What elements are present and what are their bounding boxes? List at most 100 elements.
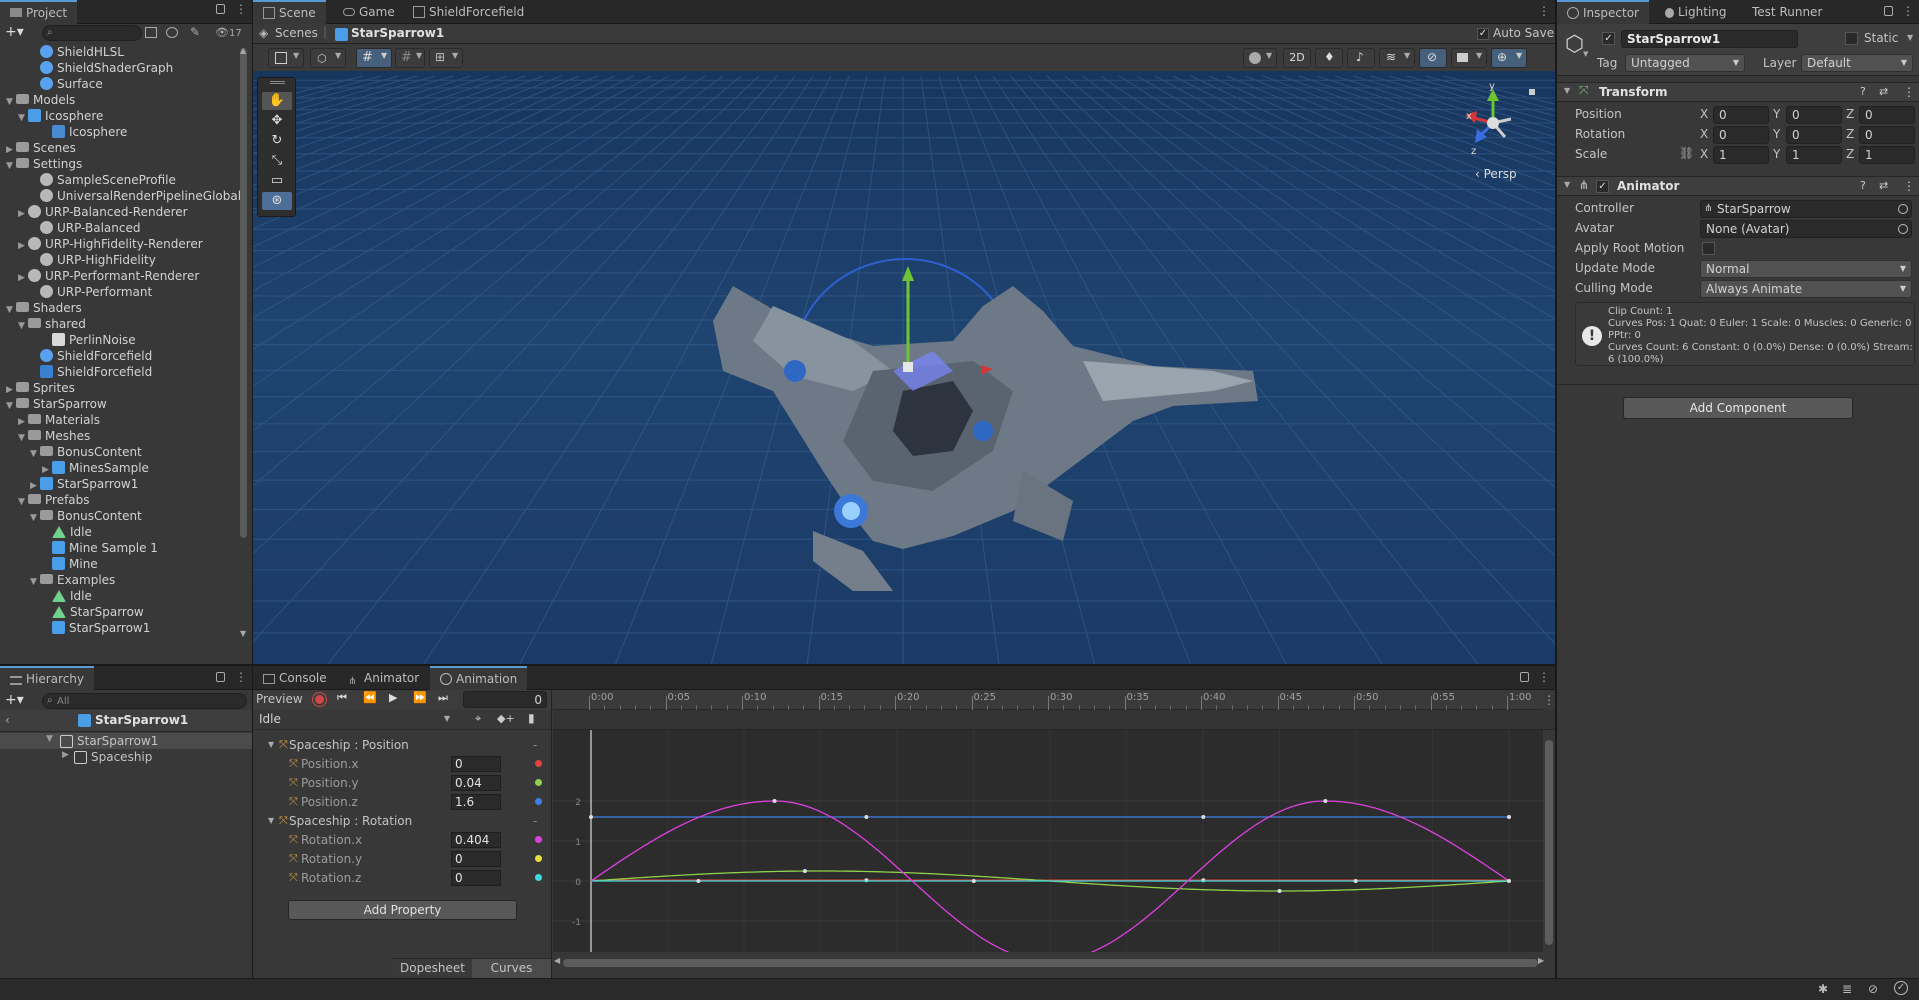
record-button-icon[interactable]: [313, 693, 326, 706]
transform-rotation-z-field[interactable]: 0: [1859, 126, 1915, 144]
culling-mode-dropdown[interactable]: Always Animate ▼: [1700, 280, 1912, 298]
scroll-left-icon[interactable]: ◀: [554, 956, 560, 965]
audio-button[interactable]: ♪: [1347, 48, 1375, 68]
add-button[interactable]: +▾: [5, 692, 24, 708]
scroll-right-icon[interactable]: ▶: [1538, 956, 1544, 965]
project-tree-item[interactable]: StarSparrow: [42, 604, 144, 620]
foldout-arrow-icon[interactable]: ▼: [1564, 180, 1570, 189]
last-key-icon[interactable]: ⏭: [438, 691, 448, 705]
expand-arrow-icon[interactable]: ▼: [30, 574, 40, 590]
expand-arrow-icon[interactable]: ▼: [6, 302, 16, 318]
project-tree-item[interactable]: ▼ BonusContent: [30, 444, 142, 460]
object-name-field[interactable]: StarSparrow1: [1621, 30, 1798, 48]
controller-field[interactable]: ⋔ StarSparrow: [1700, 200, 1912, 218]
move-tool-icon[interactable]: ✥: [262, 112, 292, 130]
scroll-up-icon[interactable]: ▲: [240, 46, 246, 55]
transform-position-x-field[interactable]: 0: [1713, 106, 1769, 124]
update-mode-dropdown[interactable]: Normal ▼: [1700, 260, 1912, 278]
property-value-field[interactable]: 0: [451, 756, 501, 772]
add-component-button[interactable]: Add Component: [1623, 397, 1853, 419]
transform-position-z-field[interactable]: 0: [1859, 106, 1915, 124]
timeline-ruler[interactable]: 0:00 0:05 0:10 0:15 0:20 0:25 0:30 0:35 0:40 0:45…: [553, 690, 1543, 710]
effects-button[interactable]: ≋ ▼: [1379, 48, 1415, 68]
event-row[interactable]: [553, 710, 1555, 730]
tab-test-runner[interactable]: Test Runner: [1742, 0, 1832, 24]
hierarchy-scene-row[interactable]: ‹ StarSparrow1: [0, 710, 252, 732]
expand-arrow-icon[interactable]: ▼: [18, 494, 28, 510]
rotate-tool-icon[interactable]: ↻: [262, 132, 292, 150]
bug-icon[interactable]: ✱: [1818, 982, 1828, 996]
transform-header[interactable]: ▼ ⤧ Transform ? ⇄ ⋮: [1557, 82, 1919, 102]
filter-label-icon[interactable]: [166, 27, 178, 38]
hierarchy-search-input[interactable]: ⌕ All: [42, 693, 247, 709]
project-tree-item[interactable]: StarSparrow1: [42, 620, 150, 636]
tab-inspector[interactable]: Inspector: [1557, 0, 1649, 24]
project-tree-item[interactable]: ▼ Icosphere: [18, 108, 103, 124]
transform-scale-x-field[interactable]: 1: [1713, 146, 1769, 164]
project-tree-item[interactable]: URP-Performant: [30, 284, 152, 300]
tab-animation[interactable]: Animation: [430, 666, 528, 690]
project-tree-item[interactable]: ▼ Prefabs: [18, 492, 90, 508]
object-picker-icon[interactable]: [1898, 224, 1908, 234]
project-tree-item[interactable]: UniversalRenderPipelineGlobalS: [30, 188, 240, 204]
project-tree-item[interactable]: ▶ URP-Balanced-Renderer: [18, 204, 188, 220]
keyframe-dot[interactable]: [1353, 879, 1358, 883]
static-checkbox[interactable]: [1845, 32, 1858, 45]
grid-toggle-button[interactable]: # ▼: [356, 48, 392, 68]
expand-arrow-icon[interactable]: ▼: [46, 734, 56, 744]
expand-arrow-icon[interactable]: ▼: [18, 318, 28, 334]
property-value-field[interactable]: 0.04: [451, 775, 501, 791]
more-menu-icon[interactable]: ⋮: [235, 670, 247, 684]
keyframe-dot[interactable]: [971, 879, 976, 883]
help-icon[interactable]: ?: [1860, 179, 1866, 192]
project-tree-item[interactable]: Surface: [30, 76, 103, 92]
debug-icon[interactable]: ⊘: [1868, 982, 1878, 996]
auto-save-checkbox[interactable]: ✓: [1477, 28, 1489, 40]
transform-tool-icon[interactable]: ⊛: [262, 192, 292, 210]
breadcrumb-scenes[interactable]: Scenes: [275, 26, 318, 40]
property-value-field[interactable]: 0.404: [451, 832, 501, 848]
property-value-field[interactable]: 0: [451, 851, 501, 867]
palette-drag-handle[interactable]: [270, 81, 285, 84]
project-tree-item[interactable]: Icosphere: [42, 124, 127, 140]
property-value-field[interactable]: 1.6: [451, 794, 501, 810]
transform-position-y-field[interactable]: 0: [1786, 106, 1842, 124]
keyframe-dot[interactable]: [1201, 815, 1206, 819]
prev-key-icon[interactable]: ⏪: [363, 691, 377, 704]
tab-scene[interactable]: Scene: [253, 0, 326, 24]
rect-tool-icon[interactable]: ▭: [262, 172, 292, 190]
expand-arrow-icon[interactable]: ▼: [18, 110, 28, 126]
hidden-packages-icon[interactable]: 👁17: [215, 26, 242, 39]
project-tree-item[interactable]: ▼ StarSparrow: [6, 396, 107, 412]
project-tree-item[interactable]: URP-Balanced: [30, 220, 140, 236]
filter-type-icon[interactable]: [145, 27, 157, 38]
project-tree-item[interactable]: ▼ Settings: [6, 156, 82, 172]
expand-arrow-icon[interactable]: ▶: [18, 238, 28, 254]
spaceship-model[interactable]: [253, 71, 1555, 664]
keyframe-dot[interactable]: [802, 869, 807, 874]
project-tree-item[interactable]: ▼ shared: [18, 316, 86, 332]
project-tree-item[interactable]: PerlinNoise: [42, 332, 136, 348]
frame-field[interactable]: 0: [463, 691, 547, 708]
tag-dropdown[interactable]: Untagged ▼: [1625, 54, 1745, 72]
tab-project[interactable]: Project: [0, 0, 78, 24]
toggle-2d-button[interactable]: 2D: [1283, 48, 1311, 68]
orientation-gizmo[interactable]: [1453, 83, 1533, 163]
chevron-down-icon[interactable]: ▼: [1583, 50, 1588, 58]
animator-header[interactable]: ▼ ⋔ ✓ Animator ? ⇄ ⋮: [1557, 176, 1919, 196]
project-tree-item[interactable]: ▶ Scenes: [6, 140, 76, 156]
project-tree-item[interactable]: ShieldShaderGraph: [30, 60, 173, 76]
property-row[interactable]: ⤧ Position.x 0: [253, 755, 548, 773]
expand-arrow-icon[interactable]: ▶: [18, 206, 28, 222]
hierarchy-item-spaceship[interactable]: ▶ Spaceship: [0, 749, 252, 765]
chevron-down-icon[interactable]: ▼: [1907, 33, 1913, 42]
expand-arrow-icon[interactable]: ▶: [62, 750, 72, 760]
expand-arrow-icon[interactable]: ▼: [18, 430, 28, 446]
horizontal-scrollbar[interactable]: [563, 959, 1538, 967]
more-menu-icon[interactable]: ⋮: [1902, 4, 1914, 18]
hierarchy-item-starsparrow1[interactable]: ▼ StarSparrow1: [0, 733, 252, 749]
project-tree-item[interactable]: Idle: [42, 524, 92, 540]
expand-arrow-icon[interactable]: ▶: [18, 270, 28, 286]
hand-tool-icon[interactable]: ✋: [262, 92, 292, 110]
render-mode-button[interactable]: ⬡ ▼: [310, 48, 346, 68]
